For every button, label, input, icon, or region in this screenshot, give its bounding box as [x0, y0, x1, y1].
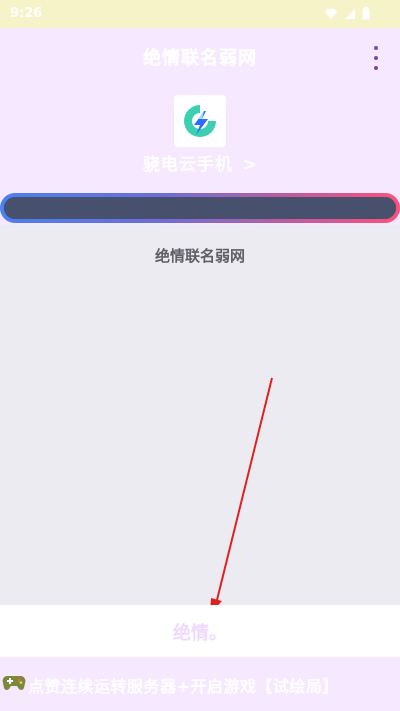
- gamepad-icon: [2, 676, 26, 690]
- action-area: 绝情。: [0, 605, 400, 657]
- footer-banner[interactable]: 点赞连续运转服务器+开启游戏【试绘局】: [0, 657, 400, 711]
- start-button[interactable]: 绝情。: [0, 619, 400, 645]
- footer-text: 点赞连续运转服务器+开启游戏【试绘局】: [28, 677, 339, 696]
